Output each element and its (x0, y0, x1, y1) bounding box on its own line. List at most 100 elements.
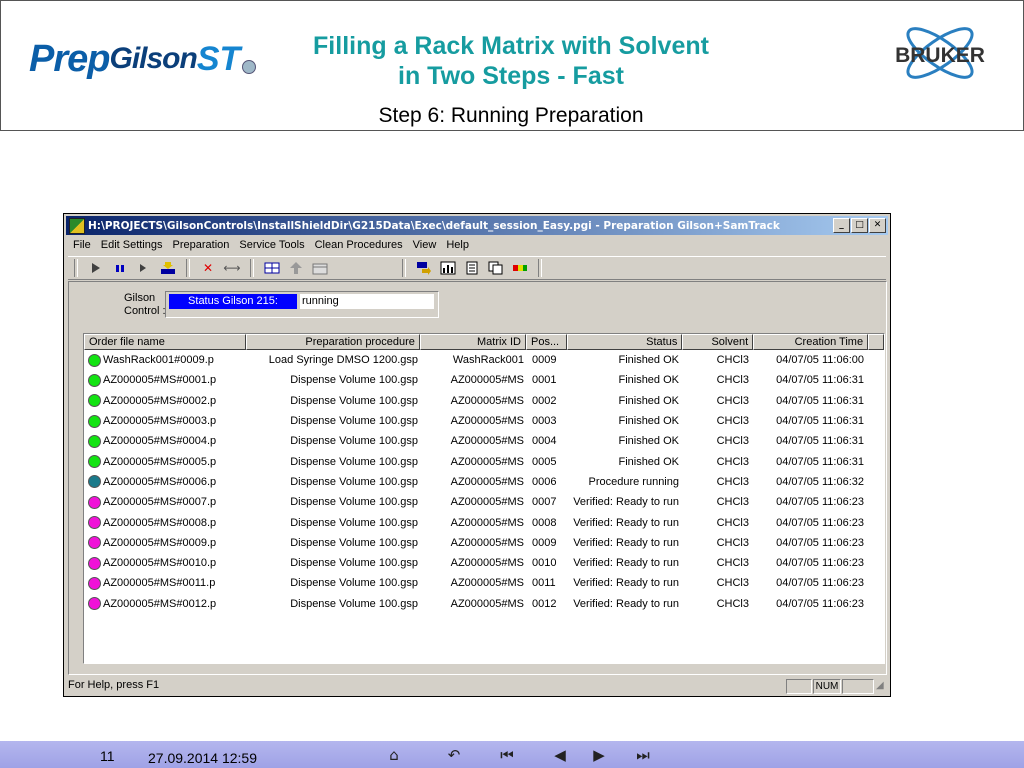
color-bar-icon[interactable] (511, 260, 529, 276)
col-header-procedure[interactable]: Preparation procedure (246, 334, 420, 350)
cell-order-file: AZ000005#MS#0003.p (84, 414, 247, 428)
menu-view[interactable]: View (408, 237, 442, 254)
resize-grip-icon[interactable]: ◢ (876, 677, 884, 694)
cell-solvent: CHCl3 (716, 394, 749, 407)
resize-arrows-icon[interactable]: ⟷ (223, 260, 241, 276)
home-icon[interactable]: ⌂ (384, 745, 404, 765)
rack-icon[interactable] (311, 260, 329, 276)
menu-help[interactable]: Help (441, 237, 474, 254)
table-row[interactable]: AZ000005#MS#0010.p Dispense Volume 100.gs… (84, 553, 884, 573)
cell-status: Verified: Ready to run (573, 577, 679, 590)
load-rack-icon[interactable] (159, 260, 177, 276)
order-file-name: AZ000005#MS#0005.p (103, 455, 217, 468)
delete-icon[interactable]: ✕ (199, 260, 217, 276)
bruker-logo: BRUKER (875, 17, 1005, 89)
close-button[interactable]: ✕ (869, 218, 886, 233)
col-header-order-file[interactable]: Order file name (84, 334, 247, 350)
cell-solvent: CHCl3 (716, 415, 749, 428)
toolbar-separator (402, 259, 406, 277)
cell-position: 0007 (532, 496, 557, 509)
col-header-matrix-id[interactable]: Matrix ID (419, 334, 526, 350)
table-row[interactable]: AZ000005#MS#0011.p Dispense Volume 100.gs… (84, 573, 884, 593)
pause-icon[interactable] (111, 260, 129, 276)
window-titlebar[interactable]: H:\PROJECTS\GilsonControls\InstallShield… (66, 216, 888, 235)
gilson-label-line-2: Control : (124, 305, 166, 317)
cell-order-file: AZ000005#MS#0006.p (84, 475, 247, 489)
table-row[interactable]: AZ000005#MS#0009.p Dispense Volume 100.gs… (84, 533, 884, 553)
cell-matrix-id: AZ000005#MS (450, 557, 524, 570)
menu-edit-settings[interactable]: Edit Settings (96, 237, 168, 254)
cell-solvent: CHCl3 (716, 496, 749, 509)
copy-icon[interactable] (487, 260, 505, 276)
col-header-status[interactable]: Status (567, 334, 683, 350)
table-row[interactable]: AZ000005#MS#0012.p Dispense Volume 100.gs… (84, 594, 884, 614)
status-ok-icon (88, 434, 101, 448)
status-ready-icon (88, 597, 101, 611)
gilson-status-value: running (300, 294, 434, 309)
order-file-name: AZ000005#MS#0002.p (103, 394, 217, 407)
table-row[interactable]: AZ000005#MS#0008.p Dispense Volume 100.gs… (84, 512, 884, 532)
cell-matrix-id: AZ000005#MS (450, 516, 524, 529)
cell-solvent: CHCl3 (716, 374, 749, 387)
toolbar-separator (538, 259, 542, 277)
menu-clean-procedures[interactable]: Clean Procedures (310, 237, 408, 254)
toolbar-separator (74, 259, 78, 277)
col-header-creation-time[interactable]: Creation Time (753, 334, 869, 350)
cell-matrix-id: AZ000005#MS (450, 394, 524, 407)
cell-order-file: AZ000005#MS#0009.p (84, 536, 247, 550)
cell-position: 0006 (532, 475, 557, 488)
table-row[interactable]: AZ000005#MS#0001.p Dispense Volume 100.gs… (84, 370, 884, 390)
minimize-button[interactable]: _ (833, 218, 850, 233)
next-slide-icon[interactable]: ▶ (589, 745, 609, 765)
status-ok-icon (88, 455, 101, 469)
status-ready-icon (88, 556, 101, 570)
cell-status: Finished OK (618, 394, 679, 407)
logo-gilson-text: Gilson (109, 42, 197, 75)
table-row[interactable]: AZ000005#MS#0005.p Dispense Volume 100.gs… (84, 451, 884, 471)
status-ready-icon (88, 495, 101, 509)
app-icon[interactable] (69, 217, 85, 234)
toolbar-separator (186, 259, 190, 277)
menu-service-tools[interactable]: Service Tools (234, 237, 309, 254)
first-slide-icon[interactable]: ⏮ (497, 745, 517, 765)
cell-position: 0008 (532, 516, 557, 529)
order-file-name: AZ000005#MS#0009.p (103, 536, 217, 549)
step-icon[interactable] (135, 260, 153, 276)
table-row[interactable]: AZ000005#MS#0006.p Dispense Volume 100.gs… (84, 472, 884, 492)
cell-procedure: Dispense Volume 100.gsp (290, 577, 418, 590)
col-header-position[interactable]: Pos... (525, 334, 568, 350)
chart-icon[interactable] (439, 260, 457, 276)
menu-preparation[interactable]: Preparation (168, 237, 235, 254)
app-window: H:\PROJECTS\GilsonControls\InstallShield… (63, 213, 891, 697)
cell-solvent: CHCl3 (716, 516, 749, 529)
status-num-indicator: NUM (813, 679, 841, 694)
cell-status: Verified: Ready to run (573, 597, 679, 610)
play-icon[interactable] (87, 260, 105, 276)
document-icon[interactable] (463, 260, 481, 276)
table-row[interactable]: AZ000005#MS#0004.p Dispense Volume 100.gs… (84, 431, 884, 451)
table-row[interactable]: AZ000005#MS#0007.p Dispense Volume 100.gs… (84, 492, 884, 512)
maximize-button[interactable]: □ (851, 218, 868, 233)
order-file-name: AZ000005#MS#0003.p (103, 415, 217, 428)
slide-footer: 11 27.09.2014 12:59 ⌂ ↶ ⏮ ◀ ▶ ⏭ (0, 741, 1024, 768)
last-slide-icon[interactable]: ⏭ (633, 745, 653, 765)
order-list[interactable]: Order file name Preparation procedure Ma… (83, 333, 885, 664)
cell-matrix-id: AZ000005#MS (450, 536, 524, 549)
cell-solvent: CHCl3 (716, 354, 749, 367)
main-panel: Gilson Control : Status Gilson 215: runn… (68, 281, 887, 675)
cell-procedure: Dispense Volume 100.gsp (290, 435, 418, 448)
table-row[interactable]: AZ000005#MS#0002.p Dispense Volume 100.gs… (84, 391, 884, 411)
return-icon[interactable]: ↶ (444, 745, 464, 765)
table-row[interactable]: WashRack001#0009.p Load Syringe DMSO 1200… (84, 350, 884, 370)
menu-file[interactable]: File (68, 237, 96, 254)
prepgilson-logo: Prep Gilson ST (29, 37, 258, 81)
upload-icon[interactable] (287, 260, 305, 276)
cell-status: Finished OK (618, 354, 679, 367)
cell-matrix-id: AZ000005#MS (450, 496, 524, 509)
slide-title: Filling a Rack Matrix with Solvent in Tw… (241, 31, 781, 91)
col-header-solvent[interactable]: Solvent (682, 334, 754, 350)
grid-view-icon[interactable] (263, 260, 281, 276)
transfer-icon[interactable] (415, 260, 433, 276)
previous-slide-icon[interactable]: ◀ (550, 745, 570, 765)
table-row[interactable]: AZ000005#MS#0003.p Dispense Volume 100.gs… (84, 411, 884, 431)
